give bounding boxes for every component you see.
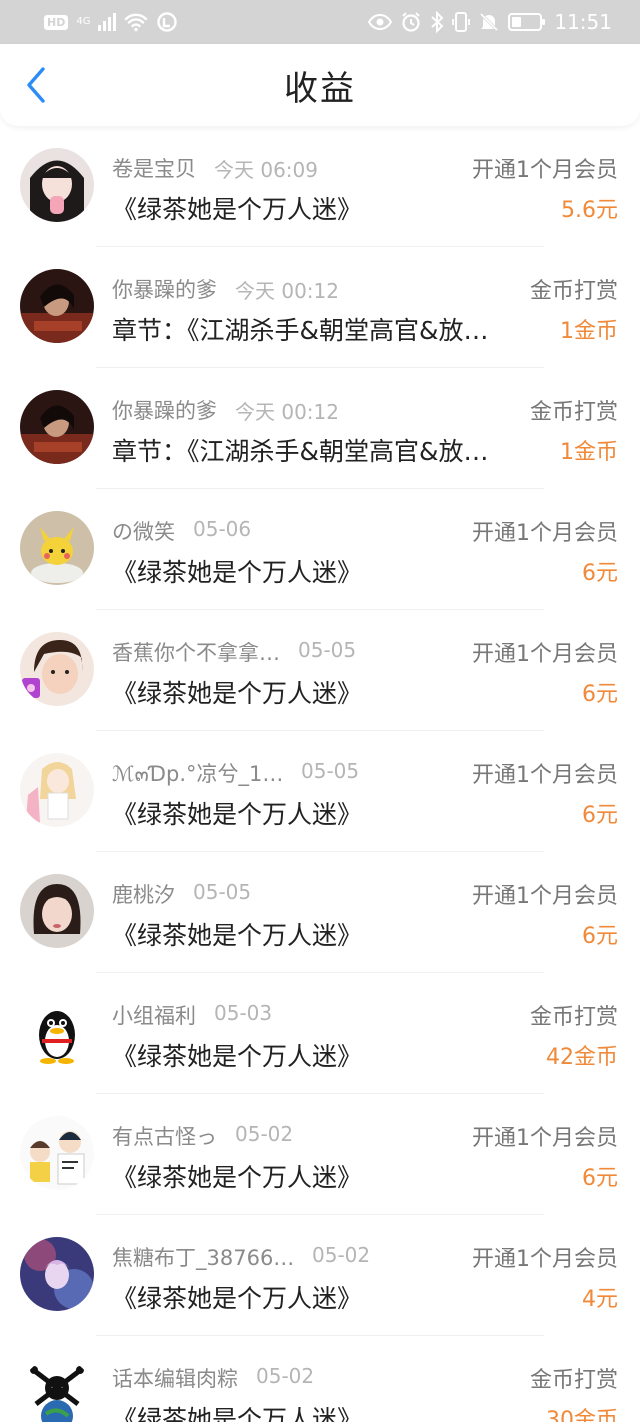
- earning-amount: 5.6元: [561, 198, 618, 223]
- record-time: 05-02: [312, 1243, 371, 1267]
- list-item[interactable]: 你暴躁的爹 今天 00:12 金币打赏章节：《江湖杀手&朝堂高官&放… 1金币: [0, 368, 640, 489]
- list-item[interactable]: 小组福利 05-03 金币打赏《绿茶她是个万人迷》 42金币: [0, 973, 640, 1094]
- avatar[interactable]: [20, 1116, 94, 1190]
- record-time: 05-05: [193, 880, 252, 904]
- earning-type: 开通1个月会员: [472, 158, 618, 183]
- battery-level: [512, 17, 522, 27]
- user-name: 鹿桃汐: [112, 883, 175, 907]
- earning-amount: 6元: [582, 561, 618, 586]
- earning-type: 金币打赏: [529, 1368, 618, 1393]
- user-name: 小组福利: [112, 1004, 196, 1028]
- earning-type: 金币打赏: [529, 400, 618, 425]
- user-name: ℳ๓Ɗp.°凉兮_1…: [112, 762, 284, 786]
- list-item[interactable]: 香蕉你个不拿拿… 05-05 开通1个月会员《绿茶她是个万人迷》 6元: [0, 610, 640, 731]
- list-item[interactable]: の微笑 05-06 开通1个月会员《绿茶她是个万人迷》 6元: [0, 489, 640, 610]
- user-name: 你暴躁的爹: [112, 278, 217, 302]
- user-name: 话本编辑肉粽: [112, 1367, 238, 1391]
- earning-amount: 42金币: [546, 1045, 618, 1070]
- record-time: 05-02: [235, 1122, 294, 1146]
- earning-type: 开通1个月会员: [472, 642, 618, 667]
- page-title: 收益: [284, 68, 356, 109]
- work-title: 《绿茶她是个万人迷》: [112, 679, 363, 708]
- earning-type: 开通1个月会员: [472, 763, 618, 788]
- wifi-icon: [125, 13, 148, 32]
- work-title: 《绿茶她是个万人迷》: [112, 800, 363, 829]
- record-time: 今天 00:12: [235, 279, 339, 303]
- earning-type: 开通1个月会员: [472, 1247, 618, 1272]
- work-title: 《绿茶她是个万人迷》: [112, 558, 363, 587]
- network-type-label: 4G: [76, 16, 91, 27]
- user-name: の微笑: [112, 520, 175, 544]
- alarm-icon: [402, 12, 421, 32]
- hd-icon: HD: [44, 14, 69, 30]
- earning-amount: 6元: [582, 924, 618, 949]
- earning-amount: 6元: [582, 682, 618, 707]
- list-item[interactable]: 鹿桃汐 05-05 开通1个月会员《绿茶她是个万人迷》 6元: [0, 852, 640, 973]
- user-name: 有点古怪っ: [112, 1125, 217, 1149]
- user-name: 你暴躁的爹: [112, 399, 217, 423]
- earning-type: 开通1个月会员: [472, 884, 618, 909]
- work-title: 章节：《江湖杀手&朝堂高官&放…: [112, 437, 489, 466]
- record-time: 05-02: [256, 1364, 315, 1388]
- back-button[interactable]: [14, 60, 58, 110]
- avatar[interactable]: [20, 1358, 94, 1422]
- earning-amount: 1金币: [560, 319, 618, 344]
- nav-bar: 收益: [0, 44, 640, 126]
- list-item[interactable]: 有点古怪っ 05-02 开通1个月会员《绿茶她是个万人迷》 6元: [0, 1094, 640, 1215]
- record-time: 05-05: [301, 759, 360, 783]
- signal-icon: [98, 13, 117, 31]
- avatar[interactable]: [20, 632, 94, 706]
- work-title: 《绿茶她是个万人迷》: [112, 1163, 363, 1192]
- record-time: 今天 06:09: [214, 158, 318, 182]
- avatar[interactable]: [20, 269, 94, 343]
- user-name: 焦糖布丁_38766…: [112, 1246, 295, 1270]
- battery-icon: [508, 13, 546, 31]
- earning-type: 金币打赏: [529, 1005, 618, 1030]
- data-saver-icon: [157, 12, 178, 32]
- earning-amount: 4元: [582, 1287, 618, 1312]
- earning-amount: 30金币: [546, 1408, 618, 1422]
- record-time: 05-03: [214, 1001, 273, 1025]
- avatar[interactable]: [20, 390, 94, 464]
- work-title: 《绿茶她是个万人迷》: [112, 1042, 363, 1071]
- status-bar-right: 11:51: [368, 10, 612, 34]
- avatar[interactable]: [20, 1237, 94, 1311]
- eye-icon: [368, 13, 393, 31]
- avatar[interactable]: [20, 874, 94, 948]
- record-time: 今天 00:12: [235, 400, 339, 424]
- list-item[interactable]: 你暴躁的爹 今天 00:12 金币打赏章节：《江湖杀手&朝堂高官&放… 1金币: [0, 247, 640, 368]
- avatar[interactable]: [20, 511, 94, 585]
- status-bar: HD 4G 11:51: [0, 0, 640, 44]
- vibrate-icon: [452, 12, 471, 32]
- earning-type: 开通1个月会员: [472, 1126, 618, 1151]
- status-bar-left: HD 4G: [44, 11, 178, 33]
- chevron-left-icon: [27, 67, 45, 103]
- avatar[interactable]: [20, 753, 94, 827]
- user-name: 香蕉你个不拿拿…: [112, 641, 280, 665]
- earning-type: 开通1个月会员: [472, 521, 618, 546]
- record-time: 05-06: [193, 517, 252, 541]
- earning-amount: 6元: [582, 803, 618, 828]
- list-item[interactable]: ℳ๓Ɗp.°凉兮_1… 05-05 开通1个月会员《绿茶她是个万人迷》 6元: [0, 731, 640, 852]
- avatar[interactable]: [20, 148, 94, 222]
- list-item[interactable]: 焦糖布丁_38766… 05-02 开通1个月会员《绿茶她是个万人迷》 4元: [0, 1215, 640, 1336]
- list-item[interactable]: 卷是宝贝 今天 06:09 开通1个月会员《绿茶她是个万人迷》 5.6元: [0, 126, 640, 247]
- work-title: 《绿茶她是个万人迷》: [112, 1405, 363, 1422]
- work-title: 《绿茶她是个万人迷》: [112, 921, 363, 950]
- clock-time: 11:51: [554, 10, 612, 34]
- record-time: 05-05: [298, 638, 357, 662]
- mute-icon: [480, 12, 499, 32]
- earning-type: 金币打赏: [529, 279, 618, 304]
- earning-amount: 1金币: [560, 440, 618, 465]
- work-title: 《绿茶她是个万人迷》: [112, 1284, 363, 1313]
- list-item[interactable]: 话本编辑肉粽 05-02 金币打赏《绿茶她是个万人迷》 30金币: [0, 1336, 640, 1422]
- earnings-list: 卷是宝贝 今天 06:09 开通1个月会员 《绿茶她是个万人迷》 5.6元 你暴躁的爹 今天…: [0, 126, 640, 1422]
- user-name: 卷是宝贝: [112, 157, 196, 181]
- bluetooth-icon: [431, 11, 444, 33]
- work-title: 章节：《江湖杀手&朝堂高官&放…: [112, 316, 489, 345]
- earning-amount: 6元: [582, 1166, 618, 1191]
- work-title: 《绿茶她是个万人迷》: [112, 195, 363, 224]
- avatar[interactable]: [20, 995, 94, 1069]
